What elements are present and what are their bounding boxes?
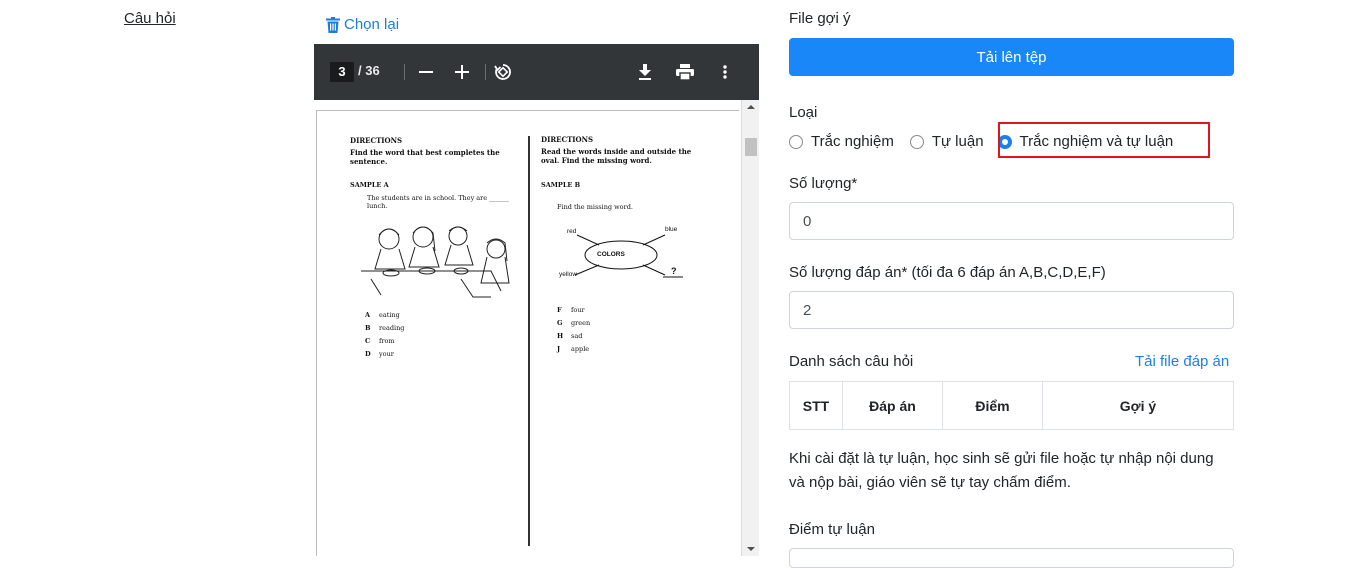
zoom-in-icon[interactable] — [451, 61, 473, 83]
quantity-label: Số lượng* — [789, 175, 858, 192]
answer-option: Breading — [365, 324, 405, 332]
table-header-row: STT Đáp án Điểm Gợi ý — [789, 381, 1234, 430]
question-list-label: Danh sách câu hỏi — [789, 353, 914, 370]
download-answer-file-link[interactable]: Tải file đáp án — [1135, 353, 1229, 370]
quantity-input[interactable]: 0 — [789, 202, 1234, 240]
scroll-down-icon[interactable] — [742, 544, 759, 554]
answer-option: Ggreen — [557, 319, 591, 327]
scroll-up-icon[interactable] — [742, 102, 759, 112]
column-header-score[interactable]: Điểm — [942, 381, 1043, 430]
zoom-out-icon[interactable] — [415, 61, 437, 83]
oval-word-blue: blue — [665, 226, 678, 233]
upload-file-button[interactable]: Tải lên tệp — [789, 38, 1234, 76]
more-options-icon[interactable] — [714, 61, 736, 83]
essay-note: Khi cài đặt là tự luận, học sinh sẽ gửi … — [789, 450, 1214, 491]
radio-label: Tự luận — [931, 133, 984, 150]
choose-again-link[interactable]: Chọn lại — [326, 16, 399, 33]
question-table: STT Đáp án Điểm Gợi ý — [789, 381, 1234, 430]
oval-word-missing: ? — [671, 266, 677, 276]
file-hint-label: File gợi ý — [789, 10, 851, 27]
radio-button[interactable] — [909, 134, 924, 149]
left-directions: DIRECTIONS — [350, 136, 403, 145]
left-answer-list: Aeating Breading Cfrom Dyour — [365, 311, 404, 363]
highlight-annotation-box — [998, 122, 1210, 158]
left-instruction: Find the word that best completes the se… — [350, 148, 500, 166]
pdf-page-area[interactable]: DIRECTIONS Find the word that best compl… — [314, 100, 759, 556]
answer-option: Hsad — [557, 332, 583, 340]
type-label: Loại — [789, 104, 818, 121]
choose-again-label: Chọn lại — [344, 16, 400, 33]
radio-label: Trắc nghiệm — [811, 133, 894, 150]
pdf-page: DIRECTIONS Find the word that best compl… — [316, 110, 739, 556]
right-answer-list: Ffour Ggreen Hsad Japple — [557, 306, 590, 358]
answer-option: Dyour — [365, 350, 394, 358]
trash-icon — [326, 16, 340, 33]
right-directions: DIRECTIONS — [541, 135, 594, 144]
oval-word-yellow: yellow — [559, 271, 578, 278]
download-icon[interactable] — [634, 61, 656, 83]
page-total: / 36 — [358, 63, 380, 78]
answer-option: Japple — [557, 345, 590, 353]
column-header-answer[interactable]: Đáp án — [842, 381, 943, 430]
right-instruction: Read the words inside and outside the ov… — [541, 147, 692, 165]
column-header-hint[interactable]: Gợi ý — [1042, 381, 1234, 430]
left-sample: SAMPLE A — [350, 181, 389, 189]
colors-oval-diagram: red blue COLORS yellow ? — [557, 223, 697, 283]
left-question: The students are in school. They are ___… — [367, 194, 509, 210]
scroll-thumb[interactable] — [745, 138, 757, 156]
oval-word-red: red — [567, 228, 577, 235]
print-icon[interactable] — [674, 61, 696, 83]
answer-option: Ffour — [557, 306, 585, 314]
answer-count-input[interactable]: 2 — [789, 291, 1234, 329]
rotate-icon[interactable] — [492, 61, 514, 83]
right-question: Find the missing word. — [557, 203, 633, 211]
students-illustration — [361, 221, 511, 305]
pdf-scrollbar[interactable] — [741, 100, 759, 556]
pdf-toolbar: 3 / 36 — [314, 44, 759, 100]
page-number-input[interactable]: 3 — [330, 62, 354, 82]
answer-option: Cfrom — [365, 337, 395, 345]
oval-center-label: COLORS — [597, 251, 625, 258]
radio-button[interactable] — [789, 134, 803, 149]
essay-score-label: Điểm tự luận — [789, 521, 875, 538]
answer-count-label: Số lượng đáp án* (tối đa 6 đáp án A,B,C,… — [789, 264, 1106, 281]
column-header-stt[interactable]: STT — [789, 381, 843, 430]
radio-essay[interactable]: Tự luận — [909, 133, 984, 150]
answer-option: Aeating — [365, 311, 400, 319]
right-sample: SAMPLE B — [541, 181, 581, 189]
column-divider — [528, 136, 530, 546]
pdf-viewer: 3 / 36 DIRECTIONS Find the word that bes… — [314, 44, 759, 556]
essay-score-input[interactable] — [789, 548, 1234, 568]
toolbar-divider — [485, 64, 486, 80]
section-label: Câu hỏi — [124, 10, 176, 27]
toolbar-divider — [404, 64, 405, 80]
radio-multiple-choice[interactable]: Trắc nghiệm — [789, 133, 894, 150]
